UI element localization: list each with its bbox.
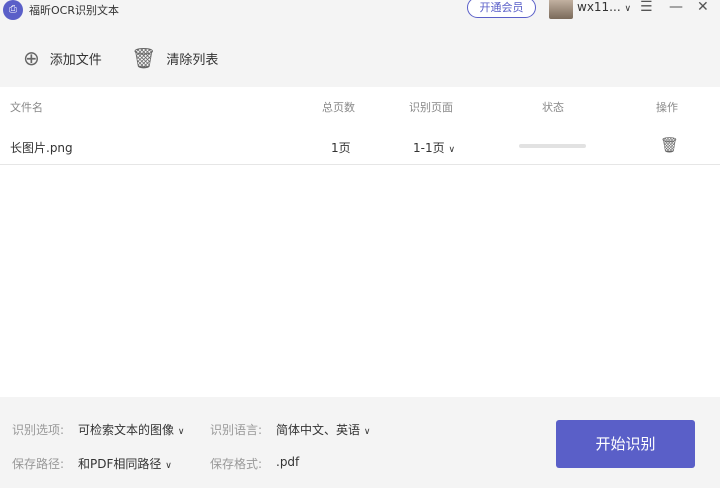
progress-bar — [519, 144, 586, 148]
path-label: 保存路径: — [12, 457, 65, 471]
table-row: 长图片.png 1页 1-1页 ∨ 🗑 — [0, 127, 720, 165]
path-select[interactable]: 和PDF相同路径 ∨ — [78, 455, 172, 472]
chevron-down-icon: ∨ — [624, 4, 632, 14]
close-icon[interactable]: ✕ — [697, 0, 709, 15]
chevron-down-icon: ∨ — [165, 461, 172, 471]
clear-list-button[interactable]: 🗑 清除列表 — [131, 46, 218, 70]
format-value: .pdf — [276, 455, 300, 469]
add-file-label: 添加文件 — [49, 52, 102, 68]
avatar[interactable] — [549, 0, 573, 19]
menu-icon[interactable]: ☰ — [640, 0, 653, 15]
file-table: 文件名 总页数 识别页面 状态 操作 长图片.png 1页 1-1页 ∨ 🗑 — [0, 87, 720, 397]
delete-icon[interactable]: 🗑 — [660, 136, 679, 154]
app-logo-icon: ⎙ — [3, 0, 23, 20]
app-title: 福昕OCR识别文本 — [29, 4, 119, 17]
start-recognition-button[interactable]: 开始识别 — [556, 420, 695, 468]
trash-icon: 🗑 — [131, 46, 157, 70]
header-pages: 总页数 — [322, 101, 355, 114]
minimize-icon[interactable]: — — [669, 0, 683, 15]
header-status: 状态 — [542, 101, 564, 114]
file-name: 长图片.png — [10, 141, 73, 155]
clear-list-label: 清除列表 — [166, 52, 219, 68]
page-range-select[interactable]: 1-1页 ∨ — [413, 139, 455, 156]
plus-circle-icon: ⊕ — [23, 46, 40, 70]
option-value: 可检索文本的图像 — [78, 423, 175, 437]
chevron-down-icon: ∨ — [448, 145, 456, 155]
chevron-down-icon: ∨ — [177, 427, 185, 437]
option-label: 识别选项: — [12, 423, 65, 437]
page-count: 1页 — [331, 141, 351, 155]
option-select[interactable]: 可检索文本的图像 ∨ — [78, 421, 184, 438]
page-range-value: 1-1页 — [413, 141, 445, 155]
language-value: 简体中文、英语 — [276, 423, 361, 437]
header-range: 识别页面 — [409, 101, 453, 114]
vip-button[interactable]: 开通会员 — [467, 0, 536, 18]
user-menu[interactable]: wx11... ∨ — [577, 0, 631, 14]
header-filename: 文件名 — [10, 101, 43, 114]
chevron-down-icon: ∨ — [363, 427, 371, 437]
add-file-button[interactable]: ⊕ 添加文件 — [23, 46, 102, 70]
format-label: 保存格式: — [210, 457, 263, 471]
language-select[interactable]: 简体中文、英语 ∨ — [276, 421, 370, 438]
title-bar: ⎙ 福昕OCR识别文本 开通会员 wx11... ∨ ☰ — ✕ — [0, 0, 720, 20]
username: wx11... — [577, 0, 621, 14]
language-label: 识别语言: — [210, 423, 263, 437]
header-actions: 操作 — [656, 101, 678, 114]
path-value: 和PDF相同路径 — [78, 457, 162, 471]
